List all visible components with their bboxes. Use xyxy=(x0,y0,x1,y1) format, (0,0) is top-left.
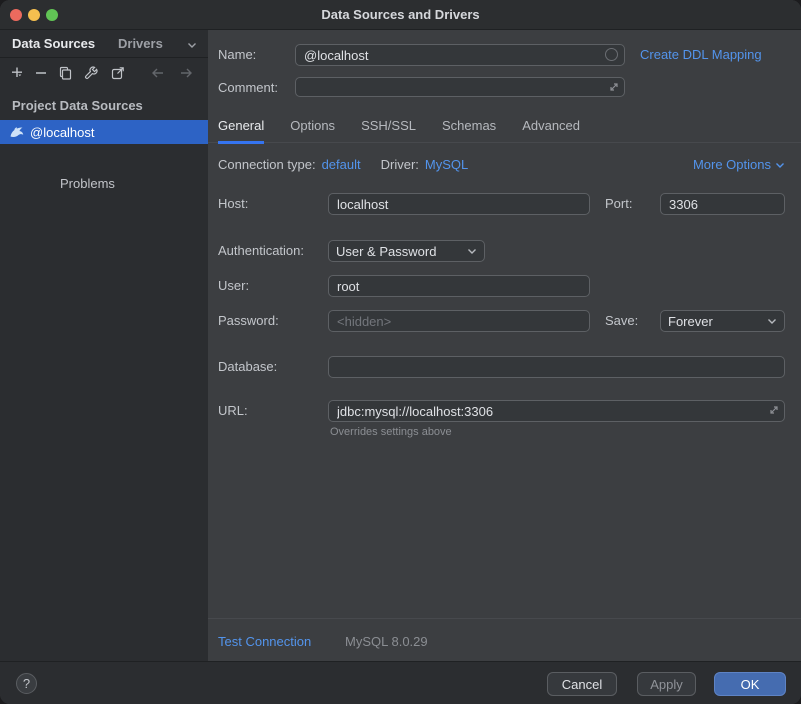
forward-arrow-icon[interactable] xyxy=(178,65,194,81)
authentication-label: Authentication: xyxy=(218,243,305,258)
user-label: User: xyxy=(218,278,250,293)
duplicate-icon[interactable] xyxy=(57,65,73,81)
url-label: URL: xyxy=(218,403,248,418)
authentication-dropdown[interactable]: User & Password xyxy=(328,240,485,262)
tab-options[interactable]: Options xyxy=(290,118,335,144)
chevron-down-icon xyxy=(768,319,776,324)
database-label: Database: xyxy=(218,359,278,374)
create-ddl-mapping-link[interactable]: Create DDL Mapping xyxy=(640,47,762,62)
database-input[interactable] xyxy=(328,356,785,378)
save-value: Forever xyxy=(668,313,713,329)
password-input[interactable] xyxy=(328,310,590,332)
more-options-link[interactable]: More Options xyxy=(693,157,785,172)
tab-drivers[interactable]: Drivers xyxy=(118,36,163,51)
titlebar: Data Sources and Drivers xyxy=(0,0,801,30)
host-label: Host: xyxy=(218,196,249,211)
project-data-sources-header: Project Data Sources xyxy=(12,98,143,113)
ok-button[interactable]: OK xyxy=(714,672,786,696)
sidebar-tabbar: Data Sources Drivers xyxy=(0,30,208,58)
main-panel: Name: Create DDL Mapping Comment: Genera… xyxy=(208,30,801,661)
connection-type-label: Connection type: xyxy=(218,157,316,172)
url-input[interactable] xyxy=(328,400,785,422)
url-hint: Overrides settings above xyxy=(330,426,452,438)
driver-value-link[interactable]: MySQL xyxy=(425,157,468,172)
tab-schemas[interactable]: Schemas xyxy=(442,118,496,144)
name-input[interactable] xyxy=(295,44,625,66)
tab-data-sources[interactable]: Data Sources xyxy=(12,36,95,51)
chevron-down-icon[interactable] xyxy=(186,39,202,55)
tab-advanced[interactable]: Advanced xyxy=(522,118,580,144)
driver-label: Driver: xyxy=(380,157,419,172)
driver-version-text: MySQL 8.0.29 xyxy=(345,634,428,649)
more-options-label: More Options xyxy=(692,157,771,172)
cancel-button[interactable]: Cancel xyxy=(547,672,617,696)
sidebar-item-label: @localhost xyxy=(30,124,95,140)
host-input[interactable] xyxy=(328,193,590,215)
connection-type-row: Connection type: default Driver: MySQL xyxy=(218,157,468,172)
name-label: Name: xyxy=(218,47,257,62)
wrench-icon[interactable] xyxy=(83,65,99,81)
chevron-down-icon xyxy=(776,162,784,168)
connection-type-value-link[interactable]: default xyxy=(322,157,361,172)
back-arrow-icon[interactable] xyxy=(150,65,166,81)
save-label: Save: xyxy=(605,313,639,328)
authentication-value: User & Password xyxy=(336,243,437,259)
sidebar-toolbar xyxy=(0,58,208,90)
sidebar: Data Sources Drivers Project Data Source… xyxy=(0,30,208,661)
tab-ssh-ssl[interactable]: SSH/SSL xyxy=(361,118,416,144)
password-label: Password: xyxy=(218,313,279,328)
comment-label: Comment: xyxy=(218,80,278,95)
save-dropdown[interactable]: Forever xyxy=(660,310,785,332)
remove-icon[interactable] xyxy=(33,65,49,81)
test-connection-link[interactable]: Test Connection xyxy=(218,634,311,649)
chevron-down-icon xyxy=(468,249,476,254)
expand-comment-icon[interactable] xyxy=(608,81,620,93)
port-input[interactable] xyxy=(660,193,785,215)
footer: ? Cancel Apply OK xyxy=(0,661,801,704)
mysql-dolphin-icon xyxy=(10,127,24,138)
export-icon[interactable] xyxy=(110,65,126,81)
user-input[interactable] xyxy=(328,275,590,297)
data-sources-dialog: Data Sources and Drivers Data Sources Dr… xyxy=(0,0,801,704)
divider xyxy=(208,618,801,619)
expand-url-icon[interactable] xyxy=(768,404,780,416)
window-title: Data Sources and Drivers xyxy=(321,7,480,22)
sidebar-item-problems[interactable]: Problems xyxy=(60,176,115,191)
apply-button[interactable]: Apply xyxy=(637,672,696,696)
help-button[interactable]: ? xyxy=(16,673,37,694)
sidebar-item-localhost[interactable]: @localhost xyxy=(0,120,208,144)
tab-general[interactable]: General xyxy=(218,118,265,144)
port-label: Port: xyxy=(605,196,633,211)
comment-input[interactable] xyxy=(295,77,625,97)
name-refresh-icon[interactable] xyxy=(605,48,618,61)
settings-tabbar: General Options SSH/SSL Schemas Advanced xyxy=(208,118,801,144)
add-icon[interactable] xyxy=(9,65,25,81)
